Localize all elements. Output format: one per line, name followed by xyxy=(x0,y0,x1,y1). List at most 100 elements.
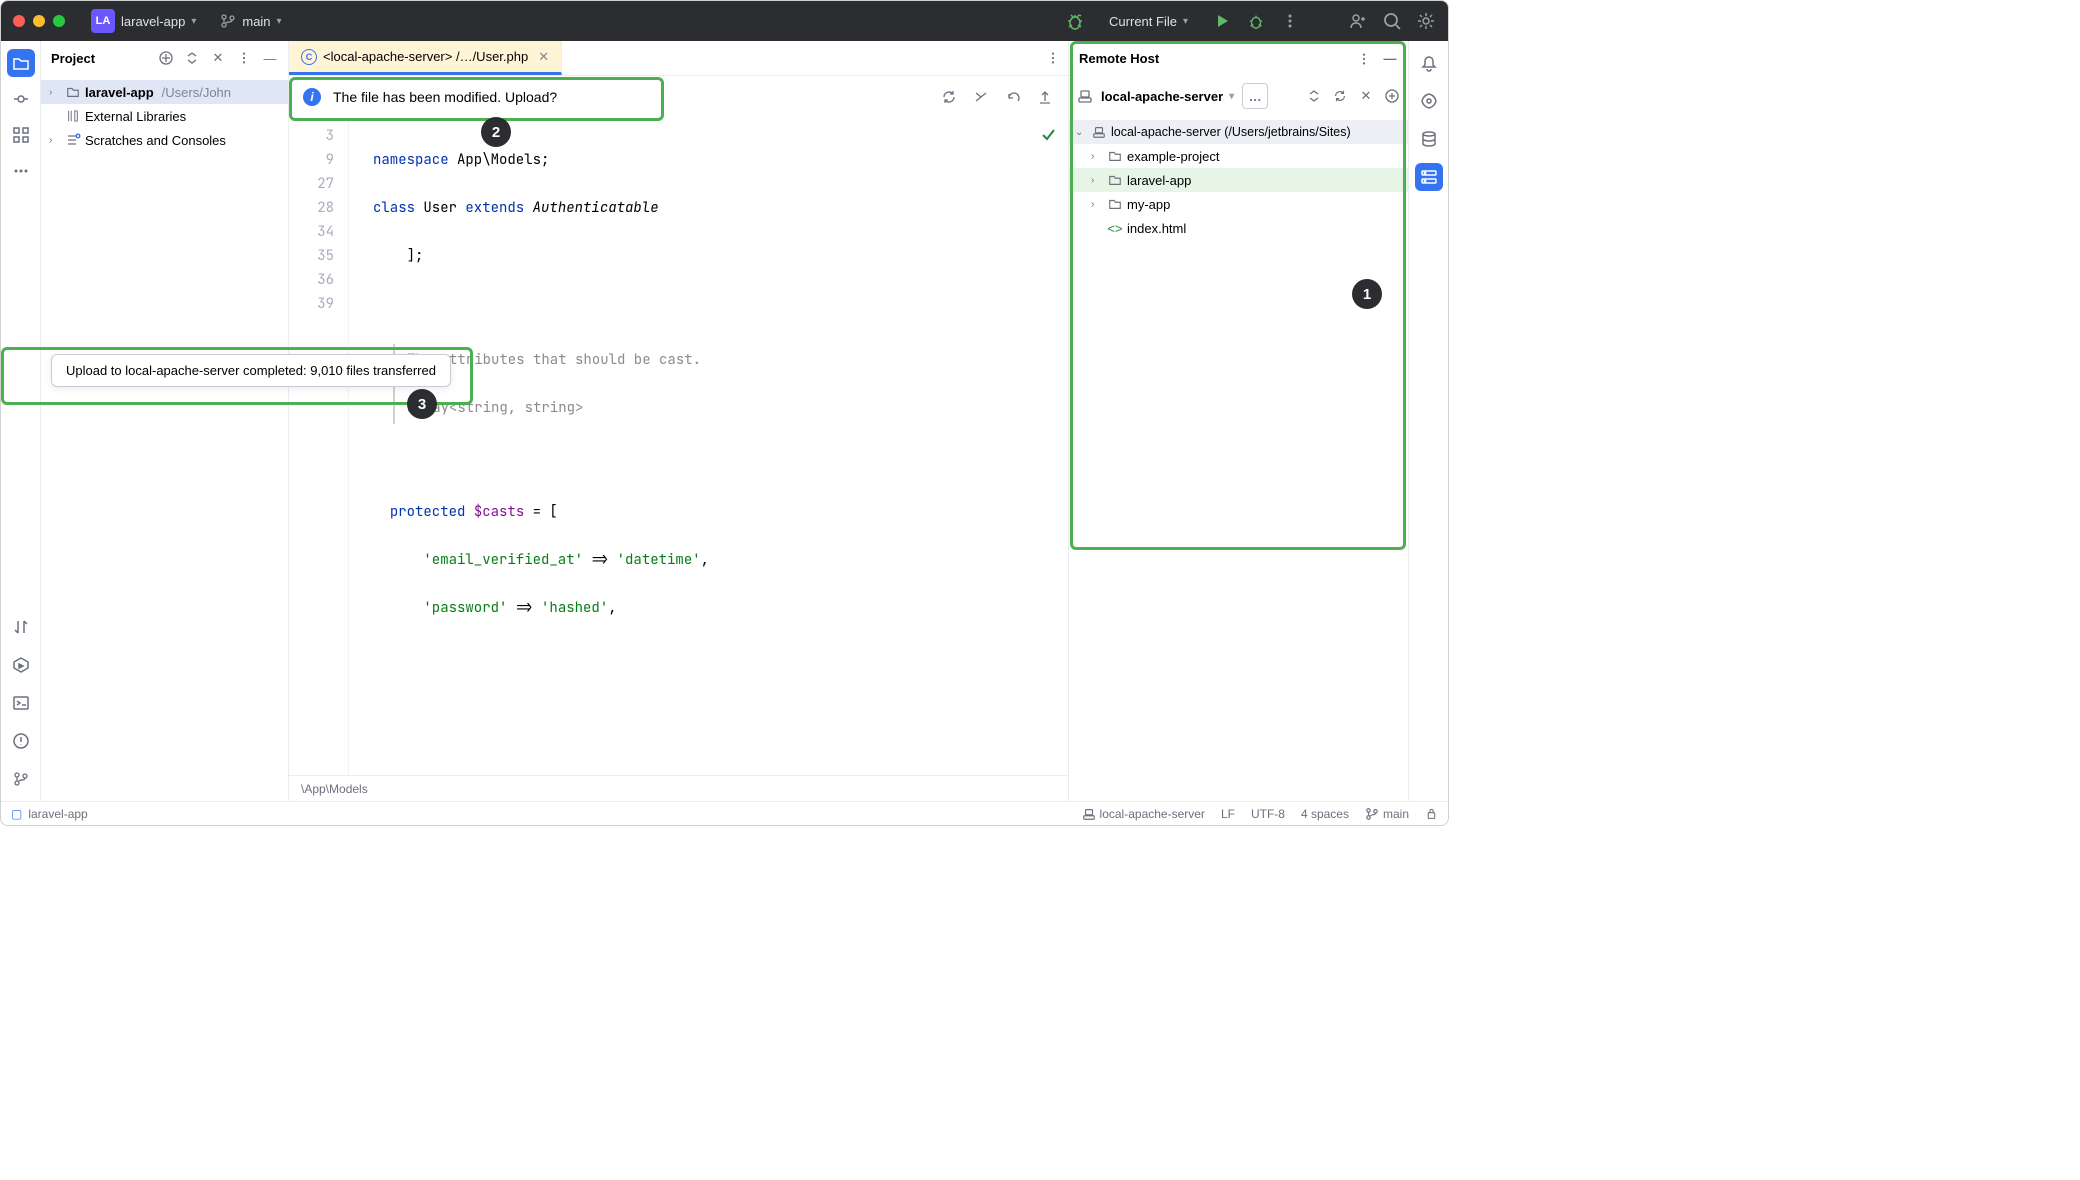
tree-label: local-apache-server (/Users/jetbrains/Si… xyxy=(1111,125,1351,139)
tree-label: Scratches and Consoles xyxy=(85,133,226,148)
more-tool-button[interactable] xyxy=(7,157,35,185)
minimize-window-button[interactable] xyxy=(33,15,45,27)
project-selector[interactable]: LA laravel-app ▾ xyxy=(83,5,204,37)
status-indent[interactable]: 4 spaces xyxy=(1301,807,1349,821)
remote-tree-row[interactable]: › example-project xyxy=(1069,144,1408,168)
chevron-down-icon: ▾ xyxy=(191,16,196,27)
collapse-icon[interactable] xyxy=(1306,88,1322,104)
hide-panel-icon[interactable]: — xyxy=(1382,51,1398,67)
panel-options-icon[interactable] xyxy=(1356,51,1372,67)
inspection-ok-icon[interactable] xyxy=(1040,126,1056,142)
run-configuration-selector[interactable]: Current File ▾ xyxy=(1099,10,1198,33)
server-name: local-apache-server xyxy=(1101,89,1223,104)
folder-icon xyxy=(1107,196,1123,212)
folder-icon xyxy=(65,84,81,100)
maximize-window-button[interactable] xyxy=(53,15,65,27)
code-with-me-icon[interactable] xyxy=(1348,11,1368,31)
remote-tree-row[interactable]: ›laravel-app xyxy=(1069,168,1408,192)
status-server[interactable]: local-apache-server xyxy=(1082,807,1205,821)
tab-options-button[interactable] xyxy=(1038,41,1068,75)
chevron-down-icon: ▾ xyxy=(1229,91,1234,102)
run-config-label: Current File xyxy=(1109,14,1177,29)
chevron-right-icon[interactable]: › xyxy=(1091,175,1103,186)
project-tool-button[interactable] xyxy=(7,49,35,77)
commit-tool-button[interactable] xyxy=(7,85,35,113)
debug-button[interactable] xyxy=(1246,11,1266,31)
status-bar: ▢ laravel-app local-apache-server LF UTF… xyxy=(1,801,1448,825)
tree-label: External Libraries xyxy=(85,109,186,124)
editor-tabs: C <local-apache-server> /…/User.php ✕ xyxy=(289,41,1068,76)
close-window-button[interactable] xyxy=(13,15,25,27)
project-panel: Project ✕ — › laravel-app /Users/John xyxy=(41,41,289,801)
remote-host-title: Remote Host xyxy=(1079,51,1159,66)
annotation-badge-1: 1 xyxy=(1352,279,1382,309)
notifications-button[interactable] xyxy=(1415,49,1443,77)
transfer-tool-button[interactable] xyxy=(7,613,35,641)
remote-host-panel: Remote Host — local-apache-server ▾ … ✕ xyxy=(1068,41,1408,801)
scratches-row[interactable]: › Scratches and Consoles xyxy=(41,128,288,152)
vcs-tool-button[interactable] xyxy=(7,765,35,793)
project-panel-header: Project ✕ — xyxy=(41,41,288,76)
services-tool-button[interactable] xyxy=(7,651,35,679)
database-button[interactable] xyxy=(1415,125,1443,153)
upload-notification-bar: i The file has been modified. Upload? xyxy=(289,76,1068,118)
status-project[interactable]: laravel-app xyxy=(28,807,87,821)
settings-button[interactable] xyxy=(1416,11,1436,31)
chevron-right-icon[interactable]: › xyxy=(49,135,61,146)
more-actions-button[interactable] xyxy=(1280,11,1300,31)
status-line-separator[interactable]: LF xyxy=(1221,807,1235,821)
vcs-branch-selector[interactable]: main ▾ xyxy=(212,9,289,33)
chevron-right-icon[interactable]: › xyxy=(1091,151,1103,162)
code-editor[interactable]: 3 9 27 28 34 35 36 39 namespace App\Mode… xyxy=(289,118,1068,775)
breadcrumb[interactable]: \App\Models xyxy=(289,775,1068,801)
select-opened-file-icon[interactable] xyxy=(158,50,174,66)
expand-all-icon[interactable] xyxy=(184,50,200,66)
ai-assistant-button[interactable] xyxy=(1415,87,1443,115)
editor-area: C <local-apache-server> /…/User.php ✕ i … xyxy=(289,41,1068,801)
chevron-down-icon: ▾ xyxy=(1183,16,1188,27)
terminal-tool-button[interactable] xyxy=(7,689,35,717)
code-content: namespace App\Models; class User extends… xyxy=(349,118,1068,775)
project-panel-title: Project xyxy=(51,51,95,66)
branch-name: main xyxy=(242,14,270,29)
chevron-right-icon[interactable]: › xyxy=(49,87,61,98)
panel-options-icon[interactable] xyxy=(236,50,252,66)
hide-panel-icon[interactable]: — xyxy=(262,50,278,66)
server-selector[interactable]: local-apache-server ▾ xyxy=(1101,89,1234,104)
remote-tree-row[interactable]: ›my-app xyxy=(1069,192,1408,216)
lock-icon[interactable] xyxy=(1425,807,1438,820)
status-encoding[interactable]: UTF-8 xyxy=(1251,807,1285,821)
module-icon: ▢ xyxy=(11,807,22,821)
chevron-right-icon[interactable]: › xyxy=(1091,199,1103,210)
disconnect-icon[interactable]: ✕ xyxy=(1358,88,1374,104)
project-root-row[interactable]: › laravel-app /Users/John xyxy=(41,80,288,104)
run-button[interactable] xyxy=(1212,11,1232,31)
structure-tool-button[interactable] xyxy=(7,121,35,149)
project-tree: › laravel-app /Users/John External Libra… xyxy=(41,76,288,156)
remote-host-button[interactable] xyxy=(1415,163,1443,191)
add-icon[interactable] xyxy=(1384,88,1400,104)
chevron-down-icon[interactable]: ⌄ xyxy=(1075,127,1087,138)
problems-tool-button[interactable] xyxy=(7,727,35,755)
search-everywhere-button[interactable] xyxy=(1382,11,1402,31)
remote-root-row[interactable]: ⌄ local-apache-server (/Users/jetbrains/… xyxy=(1069,120,1408,144)
bug-inspect-icon[interactable] xyxy=(1065,11,1085,31)
revert-icon[interactable] xyxy=(1004,88,1022,106)
manage-servers-button[interactable]: … xyxy=(1242,83,1268,109)
refresh-icon[interactable] xyxy=(1332,88,1348,104)
refresh-icon[interactable] xyxy=(940,88,958,106)
remote-tree: ⌄ local-apache-server (/Users/jetbrains/… xyxy=(1069,116,1408,244)
upload-icon[interactable] xyxy=(1036,88,1054,106)
collapse-all-icon[interactable]: ✕ xyxy=(210,50,226,66)
remote-tree-row[interactable]: <>index.html xyxy=(1069,216,1408,240)
close-tab-icon[interactable]: ✕ xyxy=(538,49,549,65)
external-libraries-row[interactable]: External Libraries xyxy=(41,104,288,128)
left-tool-rail xyxy=(1,41,41,801)
editor-tab[interactable]: C <local-apache-server> /…/User.php ✕ xyxy=(289,41,562,75)
tree-label: example-project xyxy=(1127,149,1220,164)
gutter: 3 9 27 28 34 35 36 39 xyxy=(289,118,349,775)
status-branch[interactable]: main xyxy=(1365,807,1409,821)
annotation-badge-3: 3 xyxy=(407,389,437,419)
merge-icon[interactable] xyxy=(972,88,990,106)
scratches-icon xyxy=(65,132,81,148)
